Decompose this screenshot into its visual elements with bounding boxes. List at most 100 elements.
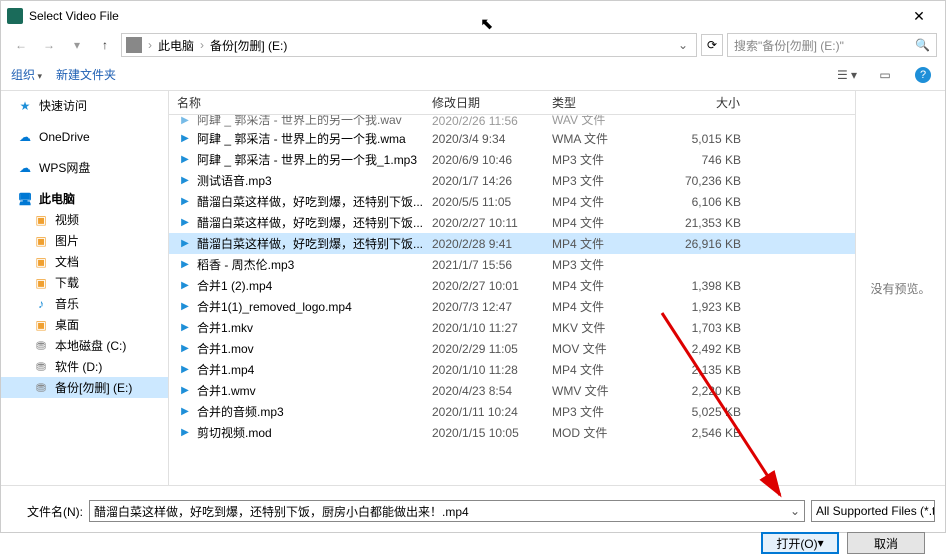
nav-forward-button[interactable]: → [37, 33, 61, 57]
file-date: 2020/2/29 11:05 [424, 342, 544, 356]
file-list: ▶阿肆 _ 郭采洁 - 世界上的另一个我.wav2020/2/26 11:56W… [169, 115, 855, 485]
preview-pane: 没有预览。 [855, 91, 945, 485]
sidebar-item-label: 此电脑 [39, 190, 75, 207]
file-name: 阿肆 _ 郭采洁 - 世界上的另一个我.wma [197, 130, 424, 147]
disk-icon: ⛃ [33, 380, 49, 396]
filename-label: 文件名(N): [11, 503, 83, 520]
file-row[interactable]: ▶合并1.mkv2020/1/10 11:27MKV 文件1,703 KB [169, 317, 855, 338]
file-date: 2020/1/7 14:26 [424, 174, 544, 188]
file-row[interactable]: ▶醋溜白菜这样做，好吃到爆，还特别下饭...2020/2/27 10:11MP4… [169, 212, 855, 233]
sidebar-item[interactable]: ⛃ 本地磁盘 (C:) [1, 335, 168, 356]
file-size: 5,015 KB [664, 132, 749, 146]
sidebar-item-label: 软件 (D:) [55, 358, 102, 375]
file-type: MKV 文件 [544, 319, 664, 336]
file-size: 746 KB [664, 153, 749, 167]
file-filter-dropdown[interactable]: All Supported Files (*.ts;*.mts [811, 500, 935, 522]
sidebar-item[interactable]: ▣下载 [1, 272, 168, 293]
file-date: 2021/1/7 15:56 [424, 258, 544, 272]
file-type: MP3 文件 [544, 403, 664, 420]
file-name: 合并的音频.mp3 [197, 403, 424, 420]
path-dropdown-icon[interactable]: ⌄ [674, 38, 692, 52]
file-type: MP3 文件 [544, 172, 664, 189]
breadcrumb-item[interactable]: 备份[勿删] (E:) [206, 37, 291, 54]
sidebar-item-label: 本地磁盘 (C:) [55, 337, 126, 354]
file-row[interactable]: ▶稻香 - 周杰伦.mp32021/1/7 15:56MP3 文件 [169, 254, 855, 275]
file-name: 合并1.wmv [197, 382, 424, 399]
sidebar-item-label: WPS网盘 [39, 159, 90, 176]
file-row[interactable]: ▶剪切视频.mod2020/1/15 10:05MOD 文件2,546 KB [169, 422, 855, 443]
sidebar-item-label: 文档 [55, 253, 79, 270]
file-row[interactable]: ▶合并1.mp42020/1/10 11:28MP4 文件2,135 KB [169, 359, 855, 380]
open-button[interactable]: 打开(O) ▾ [761, 532, 839, 554]
file-date: 2020/1/10 11:28 [424, 363, 544, 377]
sidebar-item[interactable]: 🖥此电脑 [1, 188, 168, 209]
file-date: 2020/2/27 10:01 [424, 279, 544, 293]
sidebar-item[interactable]: ⛃备份[勿删] (E:) [1, 377, 168, 398]
filename-input[interactable]: 醋溜白菜这样做，好吃到爆，还特别下饭，厨房小白都能做出来！.mp4⌄ [89, 500, 805, 522]
sidebar-item[interactable]: ▣文档 [1, 251, 168, 272]
file-size: 2,135 KB [664, 363, 749, 377]
star-icon: ★ [17, 98, 33, 114]
breadcrumb-item[interactable]: 此电脑 [154, 37, 198, 54]
file-name: 阿肆 _ 郭采洁 - 世界上的另一个我.wav [197, 115, 424, 128]
file-row[interactable]: ▶阿肆 _ 郭采洁 - 世界上的另一个我.wma2020/3/4 9:34WMA… [169, 128, 855, 149]
sidebar-item-label: 桌面 [55, 316, 79, 333]
sidebar-item[interactable]: ☁OneDrive [1, 126, 168, 147]
file-date: 2020/4/23 8:54 [424, 384, 544, 398]
file-icon: ▶ [177, 236, 193, 252]
file-row[interactable]: ▶合并1.mov2020/2/29 11:05MOV 文件2,492 KB [169, 338, 855, 359]
sidebar-item[interactable]: ⛃ 软件 (D:) [1, 356, 168, 377]
file-date: 2020/1/10 11:27 [424, 321, 544, 335]
sidebar-item[interactable]: ▣图片 [1, 230, 168, 251]
refresh-button[interactable]: ⟳ [701, 34, 723, 56]
file-type: MOD 文件 [544, 424, 664, 441]
new-folder-button[interactable]: 新建文件夹 [56, 66, 116, 83]
file-row[interactable]: ▶合并1 (2).mp42020/2/27 10:01MP4 文件1,398 K… [169, 275, 855, 296]
file-date: 2020/2/26 11:56 [424, 115, 544, 128]
column-date[interactable]: 修改日期 [424, 94, 544, 111]
sidebar-item-label: 下载 [55, 274, 79, 291]
view-options-button[interactable]: ☰ ▾ [835, 63, 859, 87]
file-name: 稻香 - 周杰伦.mp3 [197, 256, 424, 273]
sidebar-item[interactable]: ♪音乐 [1, 293, 168, 314]
disk-icon: ⛃ [33, 338, 49, 354]
file-icon: ▶ [177, 404, 193, 420]
sidebar-item[interactable]: ▣视频 [1, 209, 168, 230]
file-icon: ▶ [177, 320, 193, 336]
breadcrumb[interactable]: › 此电脑 › 备份[勿删] (E:) ⌄ [121, 33, 697, 57]
file-type: MP3 文件 [544, 151, 664, 168]
file-row[interactable]: ▶醋溜白菜这样做，好吃到爆，还特别下饭...2020/2/28 9:41MP4 … [169, 233, 855, 254]
file-row[interactable]: ▶阿肆 _ 郭采洁 - 世界上的另一个我_1.mp32020/6/9 10:46… [169, 149, 855, 170]
sidebar-item-label: OneDrive [39, 130, 90, 144]
nav-back-button[interactable]: ← [9, 33, 33, 57]
close-button[interactable]: ✕ [899, 8, 939, 25]
nav-recent-button[interactable]: ▾ [65, 33, 89, 57]
file-row[interactable]: ▶合并的音频.mp32020/1/11 10:24MP3 文件5,025 KB [169, 401, 855, 422]
disk-icon: ⛃ [33, 359, 49, 375]
file-size: 2,546 KB [664, 426, 749, 440]
file-row[interactable]: ▶测试语音.mp32020/1/7 14:26MP3 文件70,236 KB [169, 170, 855, 191]
file-row[interactable]: ▶合并1(1)_removed_logo.mp42020/7/3 12:47MP… [169, 296, 855, 317]
file-icon: ▶ [177, 115, 193, 128]
music-icon: ♪ [33, 296, 49, 312]
preview-toggle-button[interactable]: ▭ [873, 63, 897, 87]
sidebar-item-label: 视频 [55, 211, 79, 228]
file-row[interactable]: ▶合并1.wmv2020/4/23 8:54WMV 文件2,220 KB [169, 380, 855, 401]
help-button[interactable]: ? [911, 63, 935, 87]
file-row[interactable]: ▶醋溜白菜这样做，好吃到爆，还特别下饭...2020/5/5 11:05MP4 … [169, 191, 855, 212]
column-size[interactable]: 大小 [664, 94, 749, 111]
file-icon: ▶ [177, 299, 193, 315]
column-name[interactable]: 名称 [169, 94, 424, 111]
organize-menu[interactable]: 组织 [11, 66, 42, 83]
sidebar-item[interactable]: ☁WPS网盘 [1, 157, 168, 178]
column-type[interactable]: 类型 [544, 94, 664, 111]
sidebar-item[interactable]: ★快速访问 [1, 95, 168, 116]
folder-icon: ▣ [33, 233, 49, 249]
file-row[interactable]: ▶阿肆 _ 郭采洁 - 世界上的另一个我.wav2020/2/26 11:56W… [169, 115, 855, 128]
nav-up-button[interactable]: ↑ [93, 33, 117, 57]
cancel-button[interactable]: 取消 [847, 532, 925, 554]
sidebar-item[interactable]: ▣桌面 [1, 314, 168, 335]
file-name: 合并1.mkv [197, 319, 424, 336]
file-type: MP4 文件 [544, 277, 664, 294]
search-input[interactable]: 搜索"备份[勿删] (E:)" 🔍 [727, 33, 937, 57]
